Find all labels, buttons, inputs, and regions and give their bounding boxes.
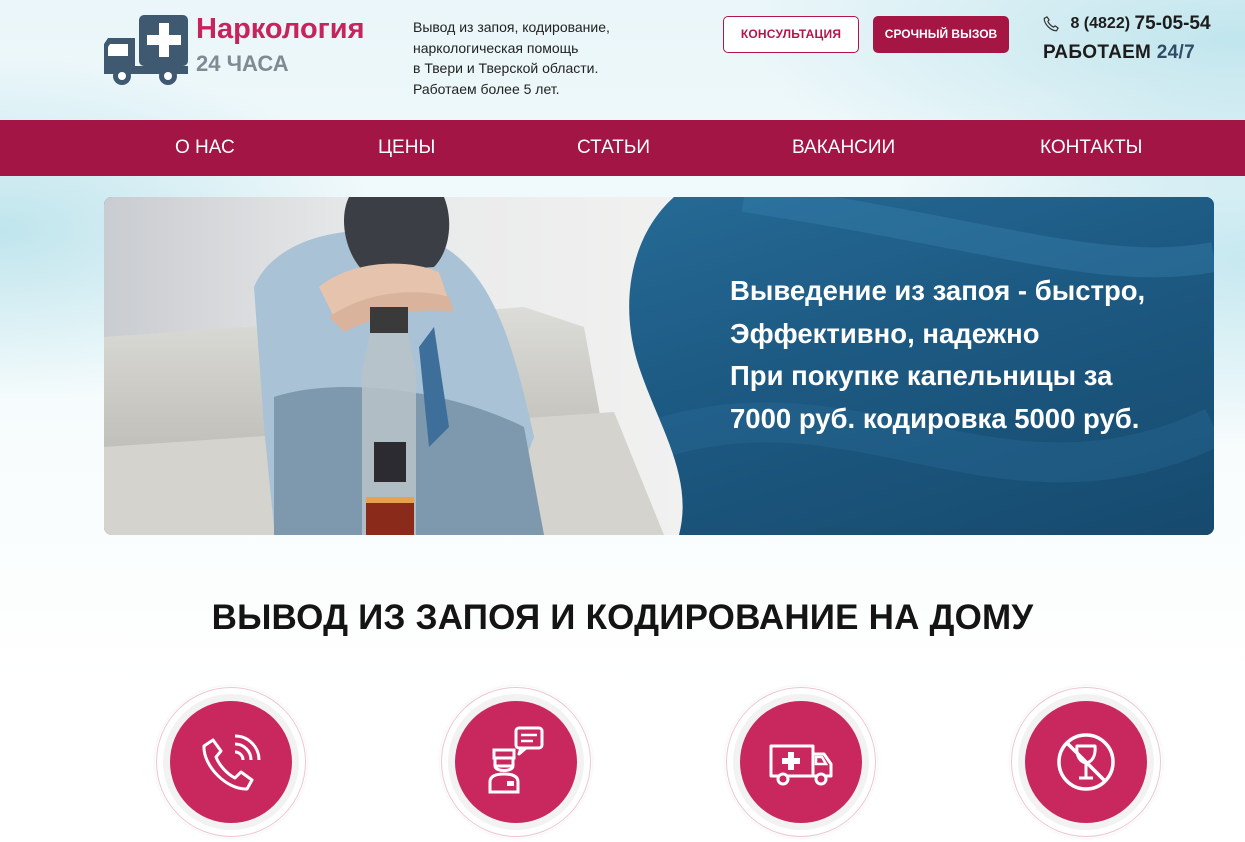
phone-link[interactable]: 8 (4822) 75-05-54	[1042, 13, 1211, 35]
site-header: Наркология 24 ЧАСА Вывод из запоя, кодир…	[0, 0, 1245, 120]
hours-label: РАБОТАЕМ	[1043, 42, 1152, 63]
nav-item-prices[interactable]: ЦЕНЫ	[378, 120, 435, 176]
phone-call-icon	[202, 734, 261, 791]
ambulance-icon	[769, 744, 833, 786]
feature-no-alcohol[interactable]	[1010, 686, 1162, 838]
no-alcohol-icon	[1057, 733, 1115, 791]
logo-subtitle: 24 ЧАСА	[196, 51, 289, 76]
logo[interactable]: Наркология 24 ЧАСА	[104, 12, 394, 92]
phone-code: 8 (4822)	[1070, 15, 1131, 32]
hero-line: Выведение из запоя - быстро,	[730, 275, 1146, 306]
nav-item-about[interactable]: О НАС	[175, 120, 235, 176]
tagline-line: Вывод из запоя, кодирование,	[413, 19, 610, 35]
logo-title: Наркология	[196, 13, 365, 45]
nav-item-contacts[interactable]: КОНТАКТЫ	[1040, 120, 1143, 176]
feature-doctor-consult[interactable]	[440, 686, 592, 838]
phone-number: 75-05-54	[1134, 13, 1211, 34]
hero-line: Эффективно, надежно	[730, 317, 1040, 349]
working-hours: РАБОТАЕМ 24/7	[1043, 42, 1195, 64]
tagline-line: наркологическая помощь	[413, 39, 579, 56]
main-nav: О НАС ЦЕНЫ СТАТЬИ ВАКАНСИИ КОНТАКТЫ	[0, 120, 1245, 176]
doctor-chat-icon	[488, 726, 544, 794]
section-title: ВЫВОД ИЗ ЗАПОЯ И КОДИРОВАНИЕ НА ДОМУ	[211, 598, 1034, 637]
hero-banner[interactable]: Выведение из запоя - быстро, Эффективно,…	[104, 197, 1214, 535]
ambulance-cross-icon	[104, 15, 188, 85]
hero-line: 7000 руб. кодировка 5000 руб.	[730, 402, 1140, 434]
hours-value: 24/7	[1156, 42, 1195, 63]
nav-item-articles[interactable]: СТАТЬИ	[577, 120, 650, 176]
phone-icon	[1043, 16, 1059, 32]
tagline-line: Работаем более 5 лет.	[413, 80, 560, 97]
consultation-button[interactable]: КОНСУЛЬТАЦИЯ	[723, 16, 859, 53]
tagline-line: в Твери и Тверской области.	[413, 60, 599, 76]
nav-item-vacancies[interactable]: ВАКАНСИИ	[792, 120, 895, 176]
hero-line: При покупке капельницы за	[730, 360, 1113, 391]
hero-text: Выведение из запоя - быстро, Эффективно,…	[730, 270, 1200, 440]
header-tagline: Вывод из запоя, кодирование, наркологиче…	[413, 17, 673, 99]
feature-ambulance[interactable]	[725, 686, 877, 838]
feature-phone-call[interactable]	[155, 686, 307, 838]
urgent-call-button[interactable]: СРОЧНЫЙ ВЫЗОВ	[873, 16, 1009, 53]
